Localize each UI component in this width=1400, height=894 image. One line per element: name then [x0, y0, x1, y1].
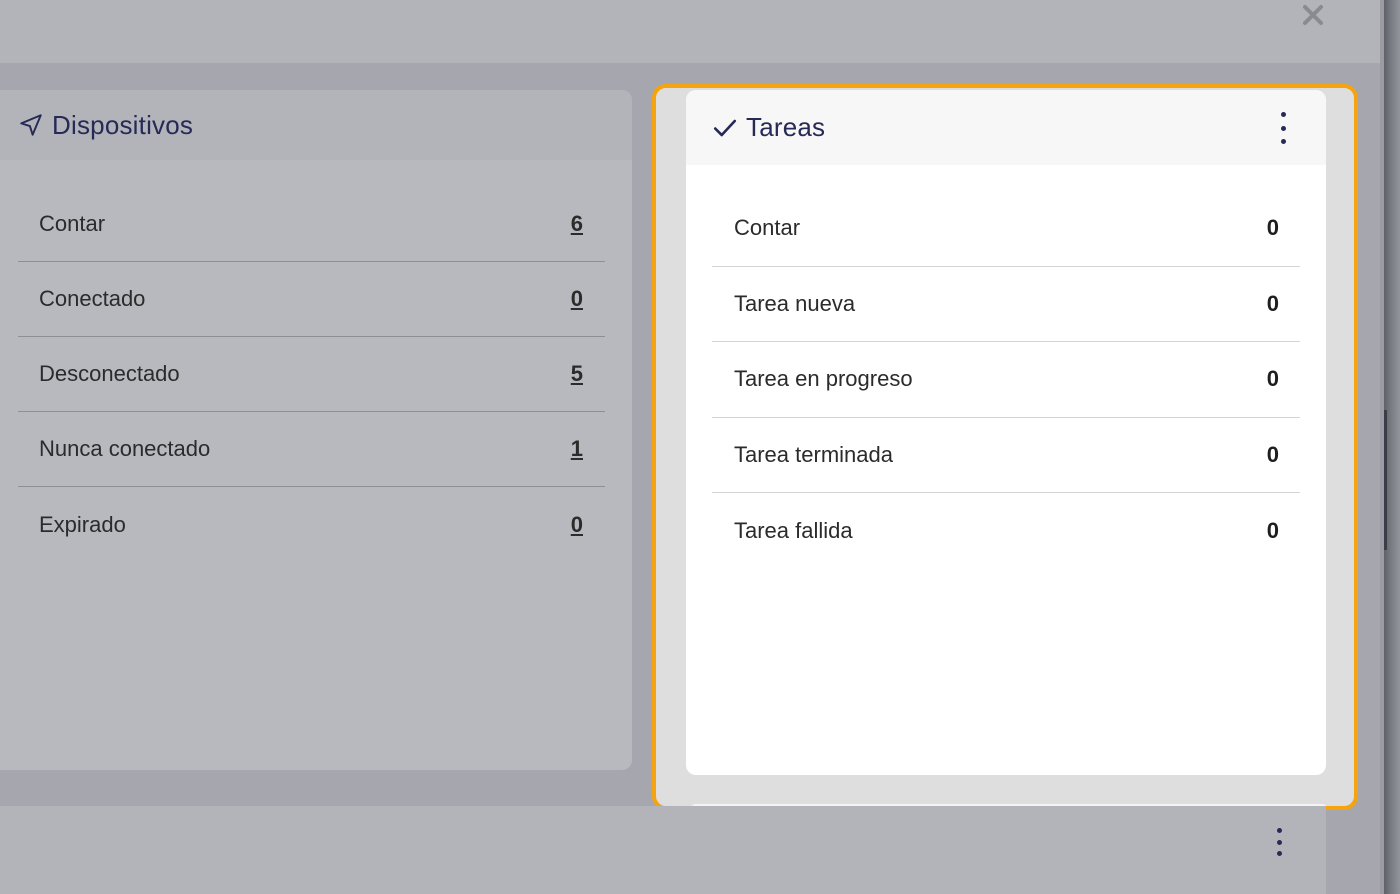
more-vertical-icon [1276, 851, 1282, 856]
row-label: Contar [39, 211, 106, 236]
row-label: Desconectado [39, 361, 180, 386]
more-vertical-icon [1276, 839, 1282, 845]
more-vertical-icon [1280, 112, 1286, 117]
tasks-row-new: Tarea nueva 0 [712, 267, 1300, 342]
devices-row-expired: Expirado 0 [18, 487, 605, 562]
tasks-row-finished: Tarea terminada 0 [712, 418, 1300, 493]
row-label: Tarea terminada [734, 441, 893, 467]
dialog-header [0, 0, 1380, 63]
devices-card-header: Dispositivos [0, 90, 632, 160]
devices-row-never-connected: Nunca conectado 1 [18, 412, 605, 487]
devices-row-connected: Conectado 0 [18, 262, 605, 337]
row-label: Conectado [39, 286, 146, 311]
row-label: Nunca conectado [39, 436, 211, 461]
tasks-row-in-progress: Tarea en progreso 0 [712, 342, 1300, 418]
tasks-card-title: Tareas [746, 112, 826, 142]
more-vertical-icon [1276, 828, 1282, 833]
tasks-new-value: 0 [1266, 290, 1279, 316]
devices-never-connected-link[interactable]: 1 [571, 436, 583, 462]
close-icon [1303, 5, 1323, 25]
tasks-failed-value: 0 [1266, 517, 1279, 543]
background-scroll-mark [1384, 410, 1387, 550]
next-card-header [0, 806, 1326, 894]
row-label: Contar [734, 215, 801, 241]
tasks-row-count: Contar 0 [712, 191, 1300, 267]
row-label: Tarea nueva [734, 290, 856, 316]
devices-expired-link[interactable]: 0 [571, 512, 583, 538]
tasks-list: Contar 0 Tarea nueva 0 Tarea en progreso… [712, 191, 1300, 569]
navigation-arrow-icon [20, 114, 42, 136]
tasks-in-progress-value: 0 [1266, 366, 1279, 392]
tasks-row-failed: Tarea fallida 0 [712, 493, 1300, 569]
devices-row-disconnected: Desconectado 5 [18, 337, 605, 412]
devices-card: Dispositivos Contar 6 Conectado 0 Descon… [0, 90, 632, 770]
close-button[interactable] [1300, 2, 1326, 28]
devices-connected-link[interactable]: 0 [571, 286, 583, 312]
tasks-menu-button[interactable] [1274, 110, 1292, 146]
devices-list: Contar 6 Conectado 0 Desconectado 5 Nunc… [18, 187, 605, 562]
tasks-card-header: Tareas [686, 90, 1326, 165]
devices-row-count: Contar 6 [18, 187, 605, 262]
more-vertical-icon [1280, 125, 1286, 131]
row-label: Tarea en progreso [734, 366, 913, 392]
devices-count-link[interactable]: 6 [571, 211, 583, 237]
devices-card-title: Dispositivos [52, 109, 194, 140]
tasks-count-value: 0 [1266, 215, 1279, 241]
check-icon [713, 119, 737, 136]
row-label: Expirado [39, 511, 126, 537]
next-card-menu-button[interactable] [1270, 828, 1288, 856]
more-vertical-icon [1280, 139, 1286, 144]
tasks-finished-value: 0 [1266, 441, 1279, 467]
devices-disconnected-link[interactable]: 5 [571, 361, 583, 387]
tasks-card: Tareas Contar 0 Tarea nueva 0 Tarea en p… [686, 90, 1326, 775]
row-label: Tarea fallida [734, 517, 853, 543]
